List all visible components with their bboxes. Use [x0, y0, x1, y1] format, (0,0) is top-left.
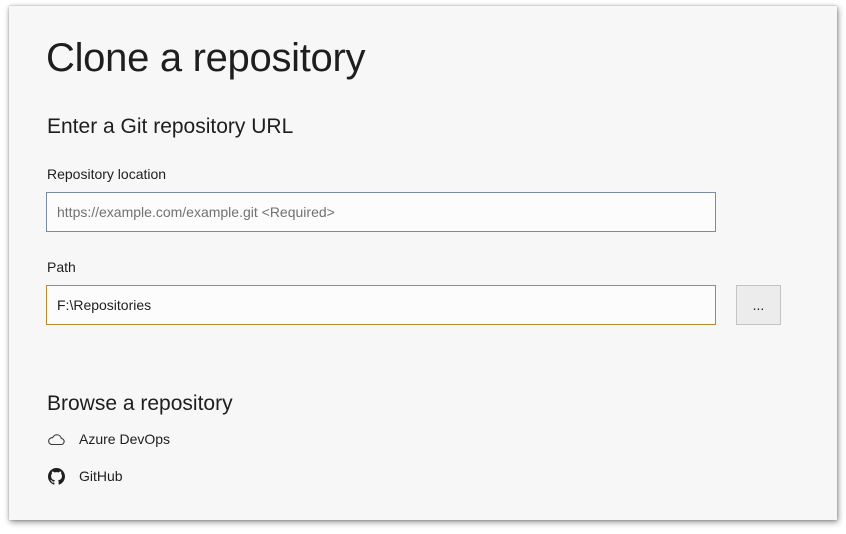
- path-input[interactable]: [46, 285, 716, 325]
- clone-repository-dialog: Clone a repository Enter a Git repositor…: [9, 6, 837, 520]
- git-url-section-heading: Enter a Git repository URL: [47, 115, 294, 138]
- repository-location-label: Repository location: [47, 166, 167, 182]
- browse-folder-button[interactable]: ...: [736, 285, 781, 325]
- provider-label: GitHub: [79, 468, 123, 484]
- page-title: Clone a repository: [46, 36, 366, 80]
- repository-location-input[interactable]: [46, 192, 716, 232]
- cloud-icon: [47, 430, 65, 448]
- provider-label: Azure DevOps: [79, 431, 171, 447]
- github-icon: [47, 467, 65, 485]
- provider-azure-devops[interactable]: Azure DevOps: [47, 429, 170, 449]
- provider-github[interactable]: GitHub: [47, 466, 123, 486]
- browse-section-heading: Browse a repository: [47, 392, 233, 415]
- path-label: Path: [47, 259, 76, 275]
